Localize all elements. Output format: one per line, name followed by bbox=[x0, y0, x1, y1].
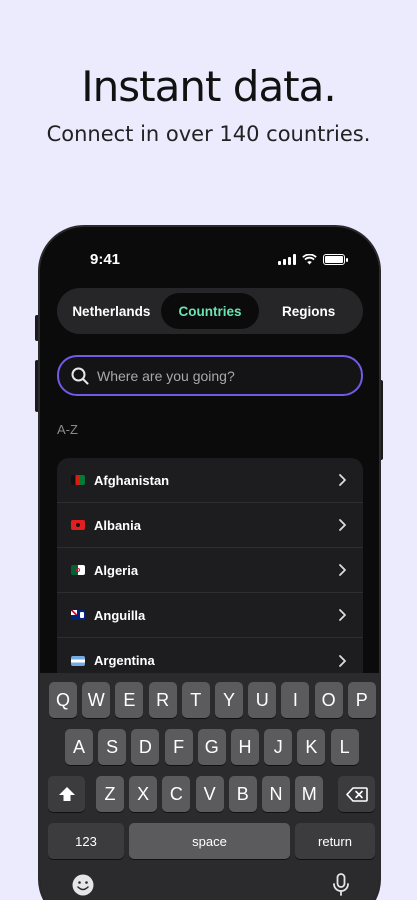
key-d[interactable]: D bbox=[131, 729, 160, 765]
chevron-right-icon bbox=[339, 609, 346, 621]
shift-key[interactable] bbox=[48, 776, 85, 812]
key-h[interactable]: H bbox=[231, 729, 259, 765]
status-time: 9:41 bbox=[90, 251, 121, 268]
status-bar: 9:41 bbox=[40, 251, 379, 271]
key-g[interactable]: G bbox=[197, 729, 226, 765]
key-k[interactable]: K bbox=[297, 729, 326, 765]
key-f[interactable]: F bbox=[164, 729, 193, 765]
search-icon bbox=[71, 367, 89, 384]
signal-icon bbox=[278, 254, 296, 265]
tab-netherlands[interactable]: Netherlands bbox=[62, 293, 161, 329]
key-e[interactable]: E bbox=[115, 682, 144, 718]
key-v[interactable]: V bbox=[195, 776, 224, 812]
key-p[interactable]: P bbox=[347, 682, 376, 718]
hero-subtitle: Connect in over 140 countries. bbox=[46, 122, 371, 146]
key-c[interactable]: C bbox=[162, 776, 191, 812]
shift-icon bbox=[58, 787, 75, 801]
onscreen-keyboard: QWERTYUIOP ASDFGHJKL ZXCVBNM 123 space r… bbox=[40, 673, 379, 900]
search-input[interactable] bbox=[97, 367, 337, 384]
country-row-algeria[interactable]: Algeria bbox=[57, 548, 363, 593]
chevron-right-icon bbox=[339, 519, 346, 531]
backspace-icon bbox=[345, 786, 368, 802]
key-l[interactable]: L bbox=[330, 729, 359, 765]
algeria-flag-icon bbox=[71, 565, 85, 575]
country-row-anguilla[interactable]: Anguilla bbox=[57, 593, 363, 638]
backspace-key[interactable] bbox=[338, 776, 375, 812]
key-n[interactable]: N bbox=[262, 776, 290, 812]
key-o[interactable]: O bbox=[314, 682, 343, 718]
search-bar[interactable] bbox=[57, 355, 363, 396]
tab-regions[interactable]: Regions bbox=[259, 293, 358, 329]
country-row-afghanistan[interactable]: Afghanistan bbox=[57, 458, 363, 503]
country-list: Afghanistan Albania Algeria Anguilla Arg… bbox=[57, 458, 363, 683]
key-s[interactable]: S bbox=[98, 729, 127, 765]
key-w[interactable]: W bbox=[82, 682, 111, 718]
phone-frame: 9:41 Netherlands Countries Regions A-Z bbox=[38, 225, 381, 900]
albania-flag-icon bbox=[71, 520, 85, 530]
section-label-a-z: A-Z bbox=[57, 422, 78, 437]
country-name: Anguilla bbox=[94, 607, 146, 623]
country-name: Argentina bbox=[94, 653, 155, 668]
key-b[interactable]: B bbox=[228, 776, 257, 812]
hero-title: Instant data. bbox=[81, 62, 336, 111]
tab-countries[interactable]: Countries bbox=[160, 293, 260, 329]
key-t[interactable]: T bbox=[181, 682, 210, 718]
space-key[interactable]: space bbox=[129, 823, 290, 859]
battery-icon bbox=[323, 254, 348, 265]
chevron-right-icon bbox=[339, 564, 346, 576]
key-q[interactable]: Q bbox=[49, 682, 77, 718]
key-a[interactable]: A bbox=[65, 729, 93, 765]
return-key[interactable]: return bbox=[295, 823, 375, 859]
country-name: Albania bbox=[94, 517, 141, 533]
key-y[interactable]: Y bbox=[215, 682, 243, 718]
wifi-icon bbox=[302, 254, 317, 265]
argentina-flag-icon bbox=[71, 655, 85, 666]
key-z[interactable]: Z bbox=[96, 776, 124, 812]
chevron-right-icon bbox=[339, 654, 346, 667]
country-row-albania[interactable]: Albania bbox=[57, 503, 363, 548]
key-m[interactable]: M bbox=[295, 776, 324, 812]
country-name: Afghanistan bbox=[94, 472, 170, 488]
chevron-right-icon bbox=[339, 474, 346, 486]
numbers-key[interactable]: 123 bbox=[48, 823, 124, 859]
microphone-icon[interactable] bbox=[332, 873, 350, 897]
tab-segmented-control: Netherlands Countries Regions bbox=[57, 288, 363, 334]
key-u[interactable]: U bbox=[248, 682, 277, 718]
key-x[interactable]: X bbox=[129, 776, 158, 812]
key-i[interactable]: I bbox=[281, 682, 310, 718]
anguilla-flag-icon bbox=[71, 610, 85, 620]
afghanistan-flag-icon bbox=[71, 475, 85, 485]
key-r[interactable]: R bbox=[148, 682, 177, 718]
emoji-icon[interactable] bbox=[71, 873, 95, 897]
country-name: Algeria bbox=[94, 562, 139, 578]
key-j[interactable]: J bbox=[264, 729, 293, 765]
